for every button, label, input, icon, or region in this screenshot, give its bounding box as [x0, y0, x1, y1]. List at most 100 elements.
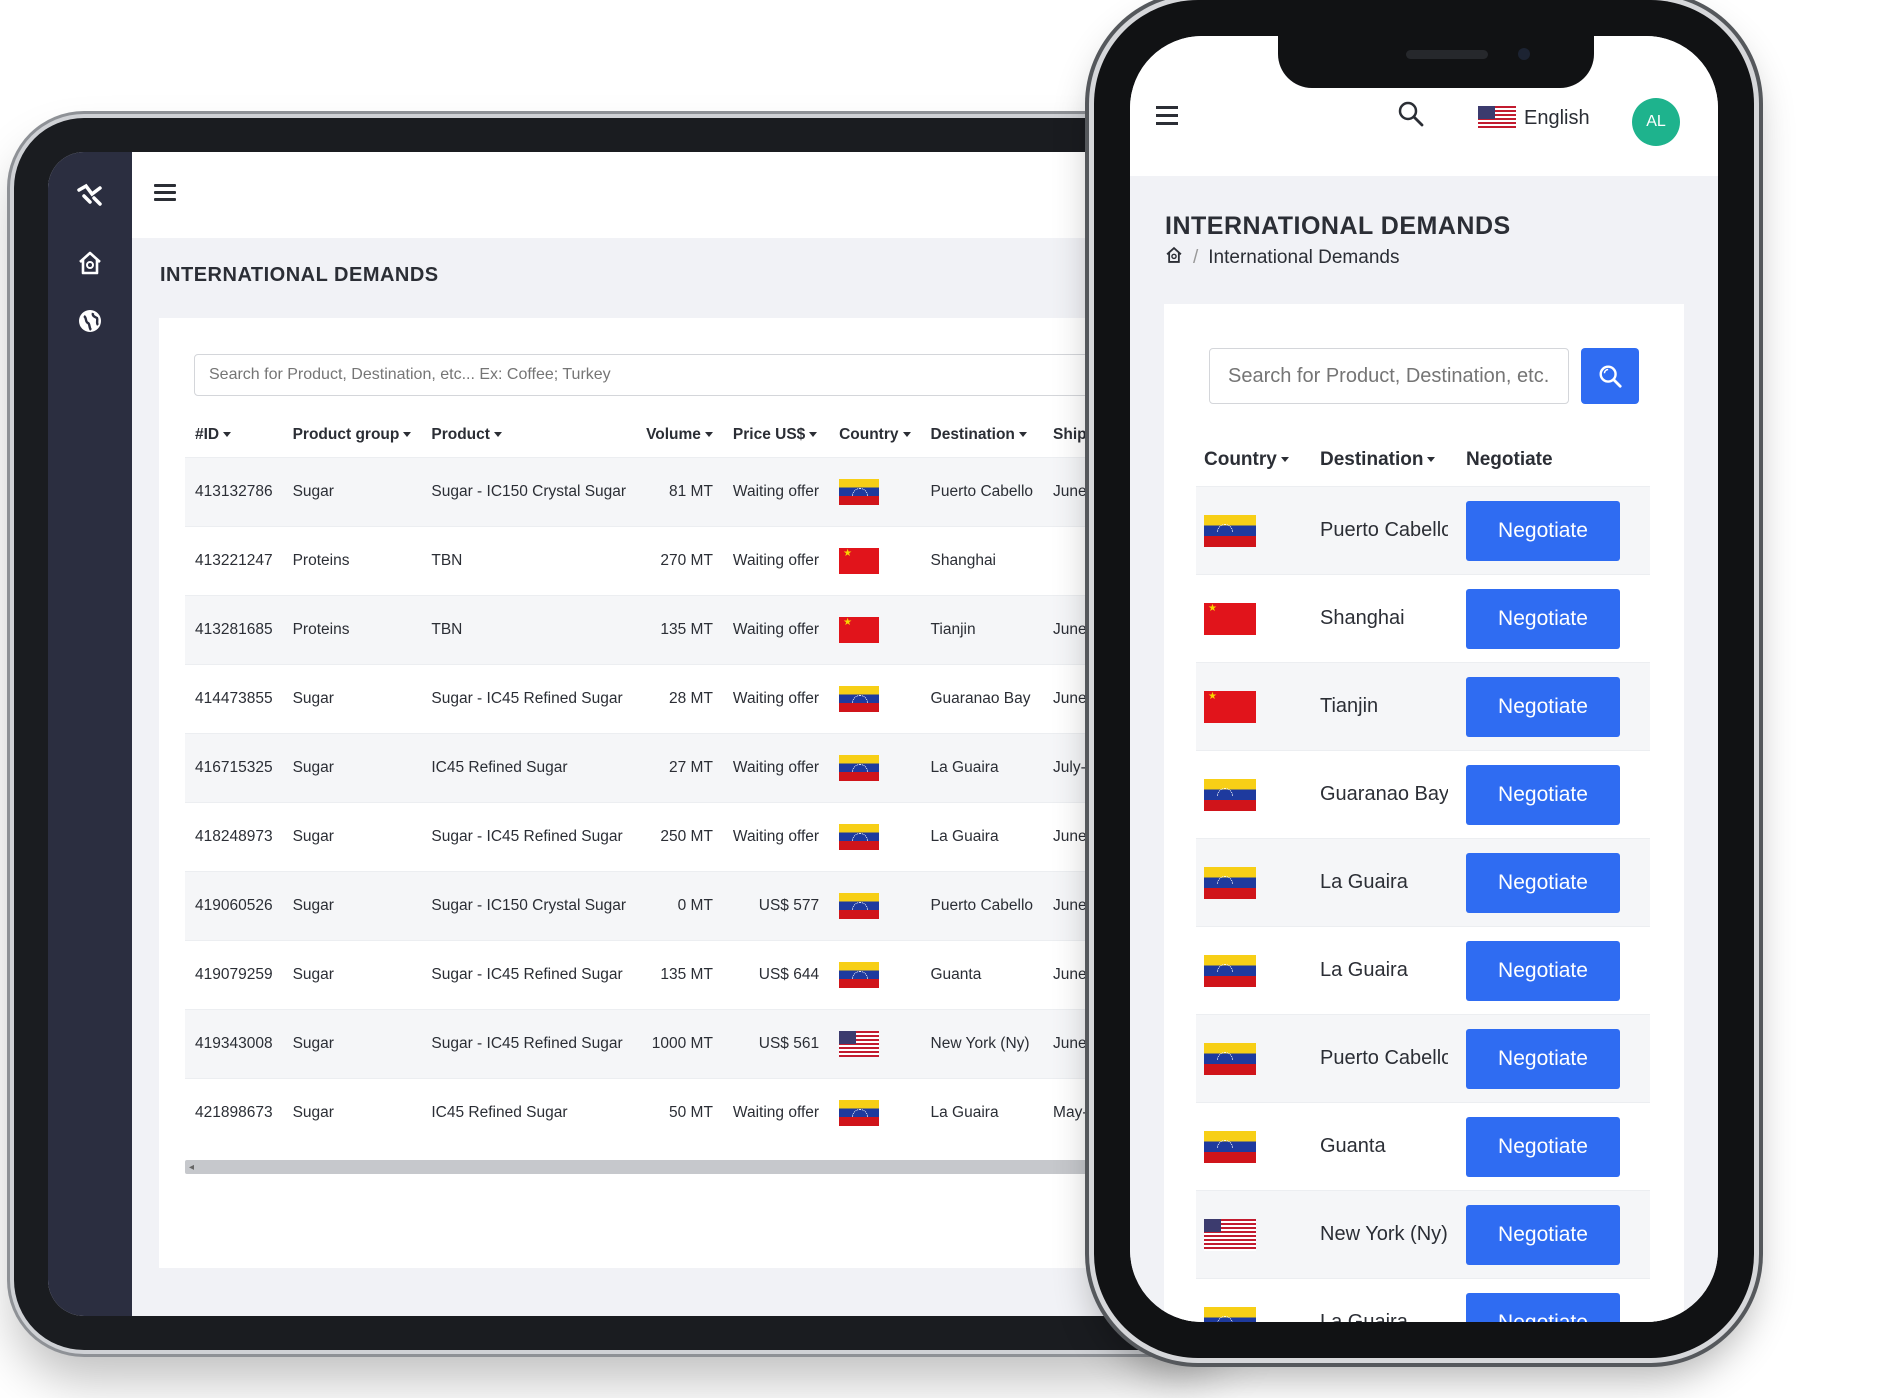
column-header-product[interactable]: Product — [421, 413, 636, 458]
table-row[interactable]: Puerto Cabello Negotiate — [1196, 486, 1650, 575]
cell-country — [1196, 750, 1312, 839]
negotiate-button[interactable]: Negotiate — [1466, 588, 1620, 649]
cell-destination: Puerto Cabello — [1312, 1014, 1458, 1103]
avatar[interactable]: AL — [1632, 98, 1680, 146]
home-icon[interactable] — [48, 250, 132, 276]
table-row[interactable]: Tianjin Negotiate — [1196, 662, 1650, 751]
cell-id: 419079259 — [185, 940, 283, 1010]
table-row[interactable]: Puerto Cabello Negotiate — [1196, 1014, 1650, 1103]
negotiate-button[interactable]: Negotiate — [1466, 764, 1620, 825]
language-selector[interactable]: English — [1478, 106, 1590, 130]
cell-price: US$ 561 — [722, 1009, 830, 1079]
negotiate-button[interactable]: Negotiate — [1466, 1116, 1620, 1177]
table-row[interactable]: 413221247 Proteins TBN 270 MT Waiting of… — [185, 526, 1234, 596]
china-flag-icon — [1204, 602, 1256, 635]
table-row[interactable]: 419079259 Sugar Sugar - IC45 Refined Sug… — [185, 940, 1234, 1010]
cell-volume: 250 MT — [636, 802, 723, 872]
table-row[interactable]: New York (Ny) Negotiate — [1196, 1190, 1650, 1279]
venezuela-flag-icon — [1204, 1042, 1256, 1075]
search-button[interactable] — [1581, 348, 1639, 404]
table-row[interactable]: 421898673 Sugar IC45 Refined Sugar 50 MT… — [185, 1078, 1234, 1147]
cell-destination: La Guaira — [1312, 838, 1458, 927]
column-header-id[interactable]: #ID — [185, 413, 283, 458]
cell-product: IC45 Refined Sugar — [421, 1078, 637, 1147]
cell-country — [829, 733, 921, 803]
table-row[interactable]: 413132786 Sugar Sugar - IC150 Crystal Su… — [185, 457, 1234, 527]
negotiate-button[interactable]: Negotiate — [1466, 852, 1620, 913]
scroll-left-arrow-icon[interactable]: ◂ — [189, 1162, 194, 1173]
negotiate-button[interactable]: Negotiate — [1466, 676, 1620, 737]
table-row[interactable]: Guanta Negotiate — [1196, 1102, 1650, 1191]
negotiate-button[interactable]: Negotiate — [1466, 1204, 1620, 1265]
table-row[interactable]: La Guaira Negotiate — [1196, 838, 1650, 927]
column-header-destination[interactable]: Destination — [1312, 434, 1458, 487]
cell-destination: Tianjin — [1312, 662, 1458, 751]
table-row[interactable]: La Guaira Negotiate — [1196, 926, 1650, 1015]
column-header-price[interactable]: Price US$ — [723, 413, 829, 458]
home-icon[interactable] — [1165, 246, 1183, 270]
column-header-volume[interactable]: Volume — [636, 413, 723, 458]
caret-down-icon — [809, 432, 818, 438]
cell-price: Waiting offer — [722, 1078, 830, 1147]
cell-id: 413221247 — [185, 526, 283, 596]
hamburger-icon[interactable] — [154, 184, 176, 202]
horizontal-scrollbar[interactable]: ◂ — [185, 1160, 1185, 1174]
venezuela-flag-icon — [1204, 954, 1256, 987]
cell-negotiate: Negotiate — [1458, 574, 1650, 663]
hamburger-icon[interactable] — [1156, 106, 1178, 130]
search-input[interactable] — [1209, 348, 1569, 404]
venezuela-flag-icon — [1204, 514, 1256, 547]
cell-group: Proteins — [282, 595, 422, 665]
table-row[interactable]: 416715325 Sugar IC45 Refined Sugar 27 MT… — [185, 733, 1234, 803]
search-input[interactable] — [194, 354, 1194, 396]
cell-price: Waiting offer — [722, 802, 830, 872]
cell-country — [829, 595, 921, 665]
logo-icon[interactable] — [48, 182, 132, 208]
cell-country — [1196, 1102, 1312, 1191]
globe-icon[interactable] — [48, 308, 132, 334]
negotiate-button[interactable]: Negotiate — [1466, 500, 1620, 561]
cell-country — [1196, 1278, 1312, 1322]
page-title: INTERNATIONAL DEMANDS — [1165, 212, 1511, 240]
cell-country — [1196, 662, 1312, 751]
column-header-product-group[interactable]: Product group — [283, 413, 422, 458]
table-header: #ID Product group Product Volume Price U… — [185, 413, 1234, 458]
venezuela-flag-icon — [839, 755, 880, 781]
table-row[interactable]: 419343008 Sugar Sugar - IC45 Refined Sug… — [185, 1009, 1234, 1079]
venezuela-flag-icon — [839, 1100, 880, 1126]
table-row[interactable]: 418248973 Sugar Sugar - IC45 Refined Sug… — [185, 802, 1234, 872]
cell-product: IC45 Refined Sugar — [421, 733, 637, 803]
venezuela-flag-icon — [839, 686, 880, 712]
table-row[interactable]: Guaranao Bay Negotiate — [1196, 750, 1650, 839]
column-header-destination[interactable]: Destination — [921, 413, 1044, 458]
cell-country — [829, 940, 921, 1010]
cell-destination: Guaranao Bay — [1312, 750, 1458, 839]
table-row[interactable]: La Guaira Negotiate — [1196, 1278, 1650, 1322]
negotiate-button[interactable]: Negotiate — [1466, 1028, 1620, 1089]
cell-id: 419343008 — [185, 1009, 283, 1079]
table-row[interactable]: Shanghai Negotiate — [1196, 574, 1650, 663]
column-header-country[interactable]: Country — [1196, 434, 1312, 487]
cell-country — [1196, 574, 1312, 663]
phone-screen: English AL INTERNATIONAL DEMANDS / Inter… — [1130, 36, 1718, 1322]
cell-negotiate: Negotiate — [1458, 1102, 1650, 1191]
us-flag-icon — [839, 1031, 880, 1057]
table-row[interactable]: 414473855 Sugar Sugar - IC45 Refined Sug… — [185, 664, 1234, 734]
negotiate-button[interactable]: Negotiate — [1466, 940, 1620, 1001]
caret-down-icon — [1427, 457, 1436, 463]
table-row[interactable]: 413281685 Proteins TBN 135 MT Waiting of… — [185, 595, 1234, 665]
caret-down-icon — [704, 432, 713, 438]
cell-group: Sugar — [282, 1078, 422, 1147]
caret-down-icon — [1280, 457, 1289, 463]
cell-country — [1196, 838, 1312, 927]
china-flag-icon — [839, 617, 880, 643]
cell-destination: Puerto Cabello — [1312, 486, 1458, 575]
table-row[interactable]: 419060526 Sugar Sugar - IC150 Crystal Su… — [185, 871, 1234, 941]
negotiate-button[interactable]: Negotiate — [1466, 1292, 1620, 1322]
search-icon[interactable] — [1397, 100, 1425, 133]
cell-price: Waiting offer — [722, 733, 830, 803]
cell-destination: La Guaira — [920, 733, 1044, 803]
breadcrumb: / International Demands — [1165, 246, 1399, 270]
column-header-country[interactable]: Country — [829, 413, 920, 458]
sidebar — [48, 152, 132, 1316]
